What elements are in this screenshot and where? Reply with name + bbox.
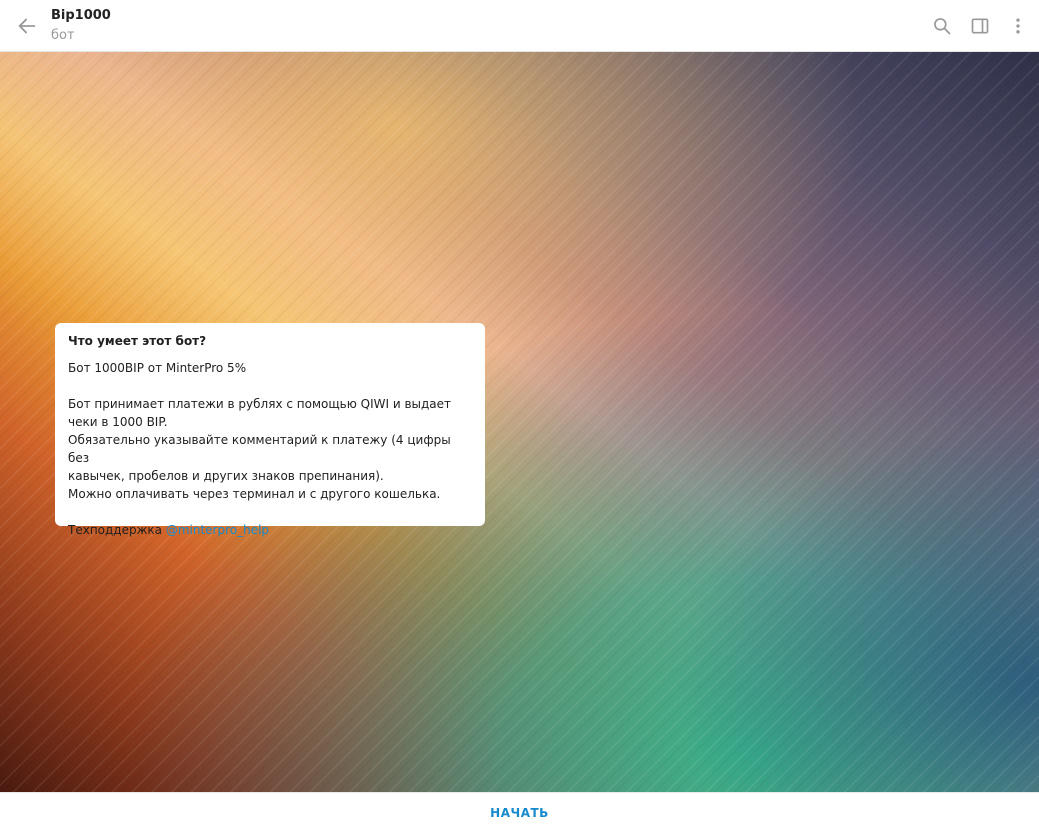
- bot-description-line: Бот принимает платежи в рублях с помощью…: [68, 397, 452, 411]
- bot-description-card: Что умеет этот бот? Бот 1000BIP от Minte…: [55, 323, 485, 537]
- back-button[interactable]: [12, 11, 42, 41]
- more-vertical-icon: [1016, 18, 1020, 34]
- search-button[interactable]: [928, 12, 956, 40]
- support-mention-link[interactable]: @minterpro_help: [166, 523, 269, 537]
- bot-description-title: Что умеет этот бот?: [68, 334, 207, 348]
- bot-description-line: кавычек, пробелов и других знаков препин…: [68, 469, 384, 483]
- more-menu-button[interactable]: [1004, 12, 1032, 40]
- chat-subtitle: бот: [51, 28, 75, 43]
- chat-title: Bip1000: [51, 8, 111, 23]
- bot-description-line: чеки в 1000 BIP.: [68, 415, 168, 429]
- start-button[interactable]: НАЧАТЬ: [470, 800, 569, 826]
- sidebar-panel-icon: [971, 18, 989, 34]
- telegram-chat-window: Bip1000 бот Что умеет этот бот? Бот 1000…: [0, 0, 1039, 833]
- support-line: Техподдержка @minterpro_help: [68, 521, 472, 539]
- support-label: Техподдержка: [68, 523, 166, 537]
- search-icon: [934, 18, 951, 35]
- bottom-action-bar: НАЧАТЬ: [0, 792, 1039, 833]
- bot-description-line: Можно оплачивать через терминал и с друг…: [68, 487, 441, 501]
- chat-title-block[interactable]: Bip1000 бот: [51, 7, 111, 45]
- bot-description-line: Обязательно указывайте комментарий к пла…: [68, 433, 451, 465]
- bot-description-line: Бот 1000BIP от MinterPro 5%: [68, 361, 247, 375]
- chat-header: Bip1000 бот: [0, 0, 1039, 52]
- arrow-left-icon: [18, 18, 36, 34]
- chat-message-area[interactable]: Что умеет этот бот? Бот 1000BIP от Minte…: [0, 52, 1039, 792]
- toggle-sidebar-button[interactable]: [966, 12, 994, 40]
